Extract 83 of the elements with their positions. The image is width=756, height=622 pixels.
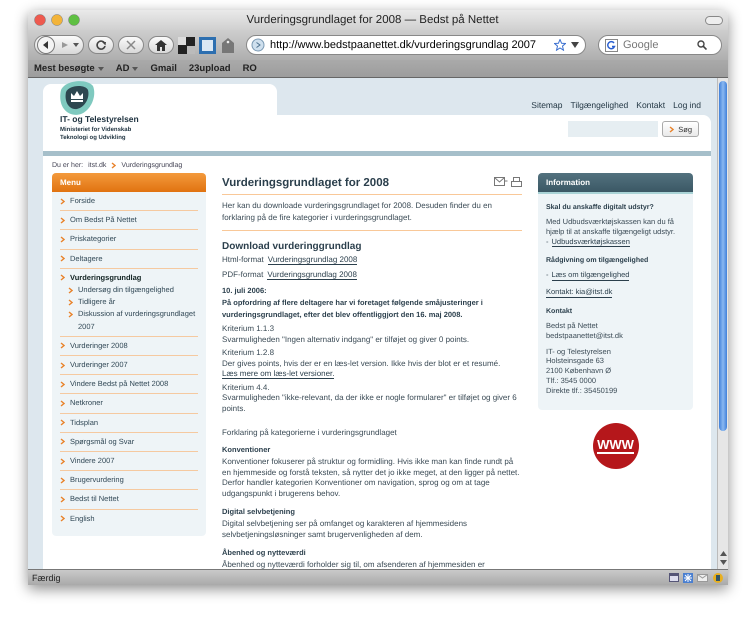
criterion-title: Kriterium 4.4. — [222, 382, 271, 393]
search-engine-icon — [605, 38, 619, 52]
criterion-title: Kriterium 1.2.8 — [222, 348, 276, 358]
chevron-icon — [60, 255, 65, 262]
address-field[interactable]: http://www.bedstpaanettet.dk/vurderingsgrundlag 2007 — [246, 35, 586, 55]
email-icon[interactable] — [494, 177, 508, 186]
back-forward-button[interactable] — [34, 35, 84, 55]
search-icon — [697, 40, 707, 50]
chevron-icon — [60, 438, 65, 446]
chevron-icon — [111, 162, 116, 169]
format-label: PDF-format — [222, 270, 264, 280]
window-control-icon[interactable] — [34, 14, 46, 26]
criterion-text: Der gives points, hvis der er en læs-let version. Ikke hvis der blot er et resumé. Læs mere om læs-let versioner. — [222, 358, 502, 380]
chevron-icon — [60, 342, 65, 350]
extension-icon[interactable] — [712, 572, 724, 583]
bookmark-item[interactable]: Gmail — [150, 63, 177, 74]
info-header: Information — [538, 173, 693, 194]
chevron-icon — [60, 476, 65, 484]
bookmark-item[interactable]: Mest besøgte — [34, 63, 104, 74]
page-title: Vurderingsgrundlaget for 2008 — [222, 177, 390, 189]
scroll-thumb[interactable] — [719, 81, 727, 431]
chevron-icon — [60, 198, 65, 205]
caret-icon — [73, 43, 79, 47]
criterion-title: Kriterium 1.1.3 — [222, 324, 276, 334]
chevron-icon — [60, 362, 65, 369]
section-heading: Download vurderinggrundlag — [222, 241, 362, 252]
home-button[interactable] — [148, 36, 174, 54]
caret-icon — [98, 66, 104, 70]
menu-header: Menu — [52, 173, 206, 192]
reload-button[interactable] — [88, 36, 114, 54]
snowflake-icon[interactable] — [683, 572, 693, 582]
category-text: Åbenhed og nytteværdi forholder sig til, om afsenderen af hjemmesiden er — [222, 560, 486, 569]
window-control-icon[interactable] — [68, 14, 80, 26]
top-link[interactable]: Tilgængelighed — [570, 100, 628, 110]
caret-icon — [132, 66, 138, 70]
stop-icon — [126, 40, 136, 50]
chevron-icon — [60, 419, 65, 426]
print-icon[interactable] — [511, 177, 522, 187]
www-logo: WWW — [592, 422, 638, 469]
window-control-icon[interactable] — [51, 14, 63, 26]
chevron-icon — [60, 515, 65, 522]
categories-intro: Forklaring på kategorierne i vurderingsgrundlaget — [222, 428, 398, 437]
window-icon[interactable] — [669, 573, 679, 582]
back-icon — [35, 36, 57, 54]
reload-icon — [95, 39, 107, 51]
tag-icon[interactable] — [220, 36, 236, 54]
top-link[interactable]: Kontakt — [636, 100, 666, 110]
chevron-icon — [60, 380, 65, 388]
criterion-text: Svarmuligheden "Ingen alternativ indgang" er tilføjet og giver 0 points. — [222, 334, 470, 345]
bookmark-item[interactable]: RO — [242, 63, 257, 74]
chevron-icon — [60, 496, 65, 504]
format-label: Html-format — [222, 255, 264, 265]
search-input[interactable]: Google — [623, 39, 693, 51]
home-icon — [155, 40, 167, 50]
top-link[interactable]: Sitemap — [531, 100, 562, 110]
category-text: Digital selvbetjening ser på omfanget og karakteren af hjemmesidens selvbetjeningsløsninger samt brugervenligheden af dem. — [222, 519, 468, 540]
download-link[interactable]: Vurderingsgrundlag 2008 — [268, 255, 358, 265]
chevron-icon — [60, 216, 65, 224]
toolbar-toggle-icon[interactable] — [705, 16, 723, 24]
bookmarklet-icon[interactable] — [178, 36, 195, 54]
bookmark-item[interactable]: 23upload — [188, 63, 231, 74]
chevron-icon — [669, 126, 674, 132]
star-icon — [554, 39, 566, 51]
chevron-icon — [60, 236, 65, 243]
window-title: Vurderingsgrundlaget for 2008 — Bedst på Nettet — [245, 14, 500, 26]
intro-text: Her kan du downloade vurderingsgrundlaget for 2008. Desuden finder du en forklaring på de fire kategorier i vurderingsgrundlaget. — [222, 195, 522, 231]
scroll-arrows-icon[interactable] — [718, 549, 728, 567]
criterion-text: Svarmuligheden "ikke-relevant, da der ikke er nogle formularer" er tilføjet og giver 6 points. — [222, 393, 518, 414]
status-text: Færdig — [32, 572, 61, 582]
envelope-icon[interactable] — [697, 574, 708, 582]
site-icon — [251, 38, 265, 52]
scrollbar[interactable] — [717, 78, 728, 569]
caret-icon — [571, 42, 579, 48]
organization-name: IT- og Telestyrelsen — [60, 114, 140, 124]
chevron-icon — [60, 400, 65, 408]
chevron-icon — [60, 458, 65, 465]
read-more-link[interactable]: Læs mere om læs-let versioner. — [222, 369, 334, 379]
category-text: Konventioner fokuserer på struktur og formidling. Hvis ikke man kan finde rundt på en hjemmeside og forstå teksten, så nytter det jo ikke meget, at den ligger på nettet. Derfor handler kategorien Konventioner om navigation, sprog og om at tage udgangspunkt i brugerens behov. — [222, 457, 520, 499]
download-link[interactable]: Vurderingsgrundlag 2008 — [267, 270, 357, 280]
search-input[interactable] — [568, 121, 658, 137]
top-link[interactable]: Log ind — [673, 100, 701, 110]
bookmark-item[interactable]: AD — [116, 63, 138, 74]
search-field[interactable]: Google — [598, 35, 722, 55]
